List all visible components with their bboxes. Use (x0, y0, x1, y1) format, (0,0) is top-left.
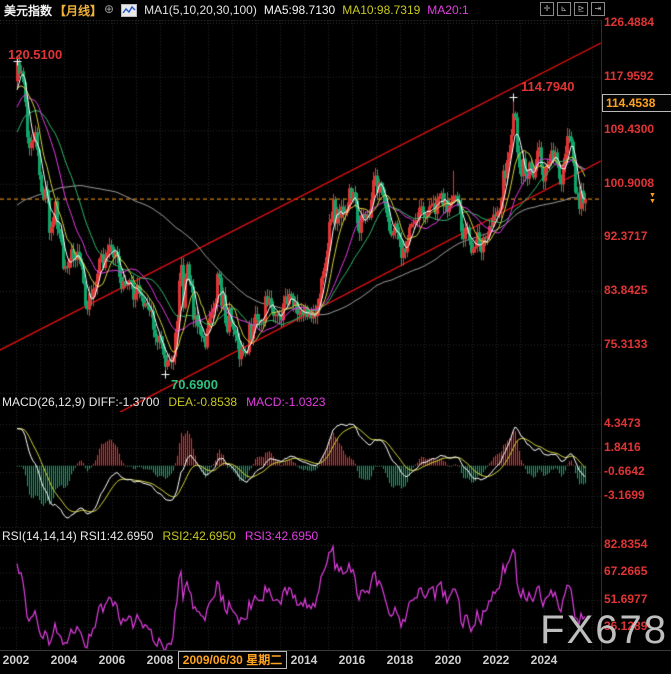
add-indicator-icon[interactable]: ⊕ (104, 2, 114, 19)
price-axis-label: 92.3717 (604, 229, 670, 243)
x-axis-year: 2020 (432, 653, 464, 667)
last-price-marker-icon: ▼▼ (649, 193, 656, 205)
chart-type-icon[interactable] (121, 4, 137, 17)
rsi2-label: RSI2:42.6950 (162, 529, 235, 543)
x-axis-year: 2022 (480, 653, 512, 667)
low-price-label: 70.6900 (171, 377, 218, 392)
crosshair-date-box: 2009/06/30 星期二 (178, 651, 287, 669)
x-axis-year: 2006 (96, 653, 128, 667)
macd-legend: MACD(26,12,9) DIFF:-1.3700 DEA:-0.8538 M… (2, 395, 325, 409)
price-axis-label: 83.8425 (604, 283, 670, 297)
high-price-label: 114.7940 (521, 79, 575, 94)
instrument-name: 美元指数 (4, 2, 52, 19)
price-axis-label: 117.9592 (604, 69, 670, 83)
crosshair-price-box: 114.4538 (602, 94, 671, 112)
price-axis-label: 100.9008 (604, 176, 670, 190)
x-axis-year: 2008 (144, 653, 176, 667)
ma10-value-label: MA10:98.7319 (342, 3, 420, 17)
x-axis-year: 2002 (0, 653, 32, 667)
x-axis-year: 2018 (384, 653, 416, 667)
indicator-pane-icon[interactable]: ⊵ (574, 2, 588, 16)
ma20-value-label: MA20:1 (427, 3, 468, 17)
ma5-value-label: MA5:98.7130 (264, 3, 335, 17)
macd-axis-label: -3.1699 (604, 488, 670, 502)
macd-axis-label: 1.8416 (604, 440, 670, 454)
rsi1-label: RSI(14,14,14) RSI1:42.6950 (2, 529, 153, 543)
timeframe-label[interactable]: 【月线】 (54, 2, 102, 19)
add-pane-icon[interactable]: ⊾ (557, 2, 571, 16)
chart-toolbar: ✛ ⊾ ⊵ ⇥ (540, 2, 605, 16)
instrument-title: 美元指数 【月线】 ⊕ (4, 2, 114, 19)
ma-params-label: MA1(5,10,20,30,100) (144, 3, 257, 17)
price-axis-label: 126.4884 (604, 15, 670, 29)
rsi-pane-canvas[interactable] (0, 543, 602, 650)
macd-axis-label: -0.6642 (604, 464, 670, 478)
x-axis-year: 2004 (48, 653, 80, 667)
chart-app-window: 美元指数 【月线】 ⊕ MA1(5,10,20,30,100) MA5:98.7… (0, 0, 671, 674)
exit-fullscreen-icon[interactable]: ⇥ (591, 2, 605, 16)
macd-pane-canvas[interactable] (0, 412, 602, 528)
price-pane-canvas[interactable] (0, 20, 602, 412)
x-axis-year: 2016 (336, 653, 368, 667)
macd-axis-label: 4.3473 (604, 416, 670, 430)
x-axis-year: 2024 (528, 653, 560, 667)
fx678-watermark: FX678 (540, 608, 668, 653)
rsi-axis-label: 51.6977 (604, 592, 670, 606)
price-axis-label: 75.3133 (604, 337, 670, 351)
price-axis-label: 109.4300 (604, 122, 670, 136)
main-legend: 美元指数 【月线】 ⊕ MA1(5,10,20,30,100) MA5:98.7… (4, 2, 469, 18)
macd-diff-label: MACD(26,12,9) DIFF:-1.3700 (2, 395, 159, 409)
right-axis-separator (601, 20, 602, 650)
macd-dea-label: DEA:-0.8538 (168, 395, 237, 409)
rsi3-label: RSI3:42.6950 (245, 529, 318, 543)
macd-macd-label: MACD:-1.0323 (246, 395, 325, 409)
x-axis-year: 2014 (288, 653, 320, 667)
pan-crosshair-icon[interactable]: ✛ (540, 2, 554, 16)
rsi-axis-label: 67.2665 (604, 564, 670, 578)
rsi-legend: RSI(14,14,14) RSI1:42.6950 RSI2:42.6950 … (2, 529, 318, 543)
first-high-price-label: 120.5100 (8, 47, 62, 62)
rsi-axis-label: 82.8354 (604, 537, 670, 551)
